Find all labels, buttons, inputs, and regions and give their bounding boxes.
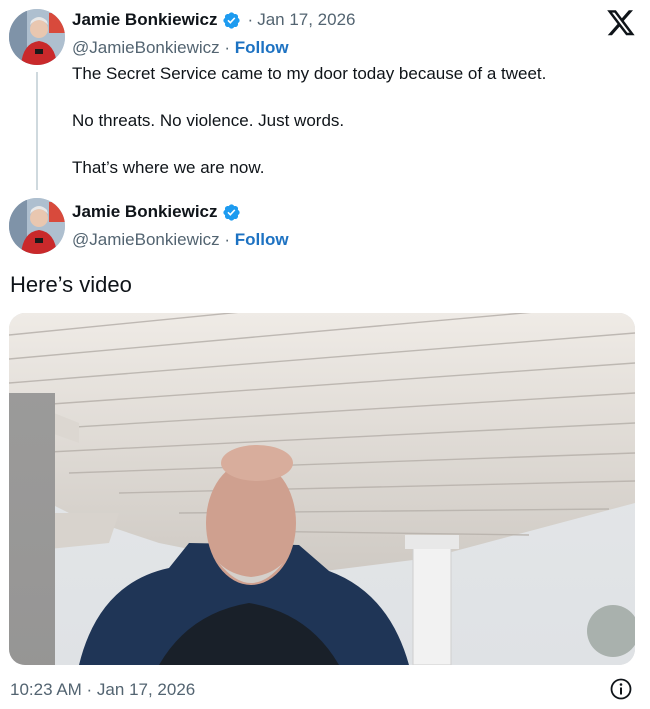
author-handle[interactable]: @JamieBonkiewicz	[72, 230, 220, 249]
avatar[interactable]	[9, 9, 65, 65]
tweet-date-prefix: ·	[247, 10, 254, 29]
tweet-1-body: The Secret Service came to my door today…	[72, 63, 632, 178]
tweet-line: That’s where we are now.	[72, 158, 265, 177]
avatar[interactable]	[9, 198, 65, 254]
avatar-image	[9, 198, 65, 254]
tweet-1-handle-row: @JamieBonkiewicz · Follow	[72, 38, 289, 58]
video-frame	[9, 313, 635, 665]
tweet-1-header: Jamie Bonkiewicz · Jan 17, 2026	[72, 10, 356, 30]
follow-button[interactable]: Follow	[235, 230, 289, 249]
follow-button[interactable]: Follow	[235, 38, 289, 57]
tweet-timestamp[interactable]: 10:23 AM · Jan 17, 2026	[10, 680, 195, 700]
author-name[interactable]: Jamie Bonkiewicz	[72, 10, 218, 30]
tweet-line: No threats. No violence. Just words.	[72, 111, 345, 130]
handle-separator: ·	[224, 38, 231, 57]
tweet-2-header: Jamie Bonkiewicz	[72, 202, 241, 222]
verified-badge-icon	[222, 203, 241, 222]
tweet-date[interactable]: Jan 17, 2026	[257, 10, 355, 30]
tweet-line: The Secret Service came to my door today…	[72, 64, 547, 83]
handle-separator: ·	[224, 230, 231, 249]
avatar-image	[9, 9, 65, 65]
x-logo-icon[interactable]	[606, 10, 636, 38]
author-name[interactable]: Jamie Bonkiewicz	[72, 202, 218, 222]
tweet-2-body: Here’s video	[10, 272, 132, 297]
thread-connector-line	[36, 72, 38, 190]
video-player[interactable]	[9, 313, 635, 665]
tweet-2-handle-row: @JamieBonkiewicz · Follow	[72, 230, 289, 250]
verified-badge-icon	[222, 11, 241, 30]
info-icon[interactable]	[609, 677, 633, 701]
author-handle[interactable]: @JamieBonkiewicz	[72, 38, 220, 57]
